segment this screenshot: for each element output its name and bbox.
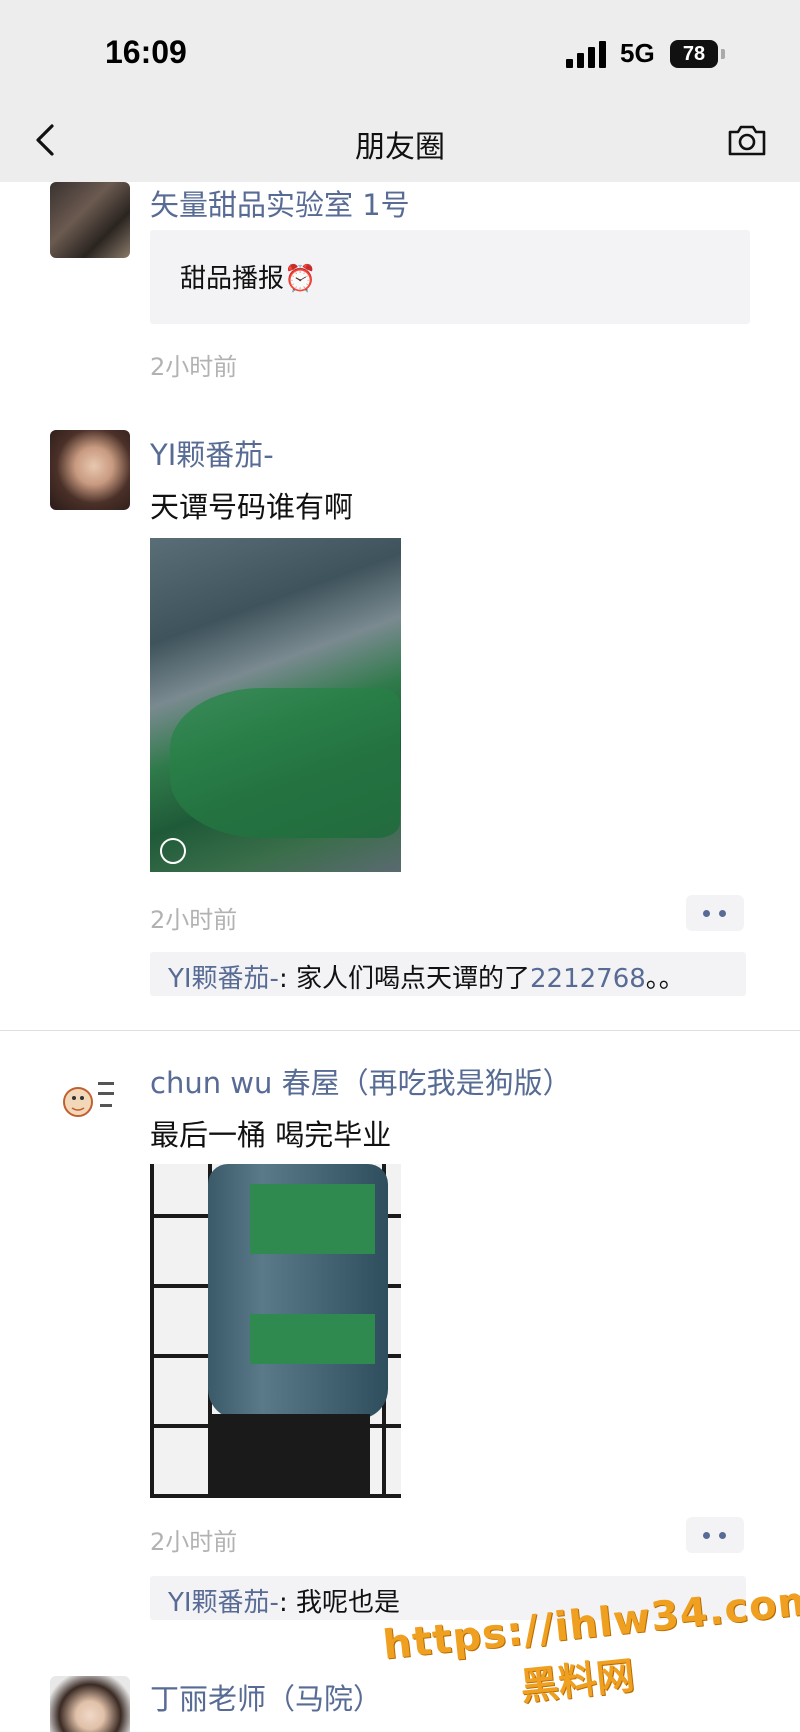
battery-level: 78 <box>682 43 706 65</box>
comment-box: YI颗番茄-: 家人们喝点天谭的了2212768。。 <box>150 952 746 996</box>
avatar[interactable] <box>50 1058 130 1138</box>
comment-separator: : <box>278 964 296 994</box>
water-bucket-label <box>250 1314 375 1364</box>
post-author[interactable]: YI颗番茄- <box>150 432 274 474</box>
moment-post: 丁丽老师（马院） <box>0 1676 800 1732</box>
comment-separator: : <box>278 1588 296 1618</box>
battery-tip <box>721 49 725 59</box>
shared-link-card[interactable]: 甜品播报⏰ <box>150 230 750 324</box>
comment-tail: 。。 <box>645 964 685 994</box>
more-actions-button[interactable] <box>686 1517 744 1553</box>
post-text: 天谭号码谁有啊 <box>150 490 354 524</box>
water-bucket-label <box>170 688 400 838</box>
status-time: 16:09 <box>105 34 187 70</box>
camera-icon[interactable] <box>726 122 768 158</box>
moment-post: chun wu 春屋（再吃我是狗版） 最后一桶 喝完毕业 2小时前 YI颗番茄-… <box>0 1058 800 1628</box>
battery-icon: 78 <box>670 40 718 68</box>
post-author[interactable]: 丁丽老师（马院） <box>150 1676 382 1718</box>
post-author[interactable]: chun wu 春屋（再吃我是狗版） <box>150 1060 572 1102</box>
comment-author[interactable]: YI颗番茄- <box>168 1588 279 1618</box>
shared-link-text: 甜品播报⏰ <box>180 264 317 294</box>
signal-icon <box>566 40 610 68</box>
post-time: 2小时前 <box>150 353 238 381</box>
water-bucket-label <box>250 1184 375 1254</box>
status-bar: 16:09 5G 78 <box>0 0 800 100</box>
nav-bar: 朋友圈 <box>0 100 800 182</box>
post-time: 2小时前 <box>150 1528 238 1556</box>
moment-post: YI颗番茄- 天谭号码谁有啊 2小时前 YI颗番茄-: 家人们喝点天谭的了221… <box>0 430 800 1030</box>
post-time: 2小时前 <box>150 906 238 934</box>
post-photo[interactable] <box>150 538 401 872</box>
divider <box>0 1030 800 1031</box>
post-photo[interactable] <box>150 1164 401 1498</box>
avatar[interactable] <box>50 430 130 510</box>
comment[interactable]: YI颗番茄-: 我呢也是 <box>168 1582 400 1619</box>
water-dispenser <box>210 1414 370 1498</box>
page-title: 朋友圈 <box>355 130 445 165</box>
post-author[interactable]: 矢量甜品实验室 1号 <box>150 182 410 224</box>
moment-post: 矢量甜品实验室 1号 甜品播报⏰ 2小时前 <box>0 182 800 392</box>
comment-author[interactable]: YI颗番茄- <box>168 964 279 994</box>
avatar[interactable] <box>50 1676 130 1732</box>
comment-text: 家人们喝点天谭的了 <box>295 964 530 994</box>
network-type: 5G <box>620 38 655 68</box>
live-photo-icon <box>160 838 186 864</box>
comment-text: 我呢也是 <box>295 1588 400 1618</box>
post-text: 最后一桶 喝完毕业 <box>150 1118 392 1152</box>
more-actions-button[interactable] <box>686 895 744 931</box>
avatar[interactable] <box>50 182 130 258</box>
comment[interactable]: YI颗番茄-: 家人们喝点天谭的了2212768。。 <box>168 958 685 995</box>
comment-phone-link[interactable]: 2212768 <box>530 964 646 994</box>
